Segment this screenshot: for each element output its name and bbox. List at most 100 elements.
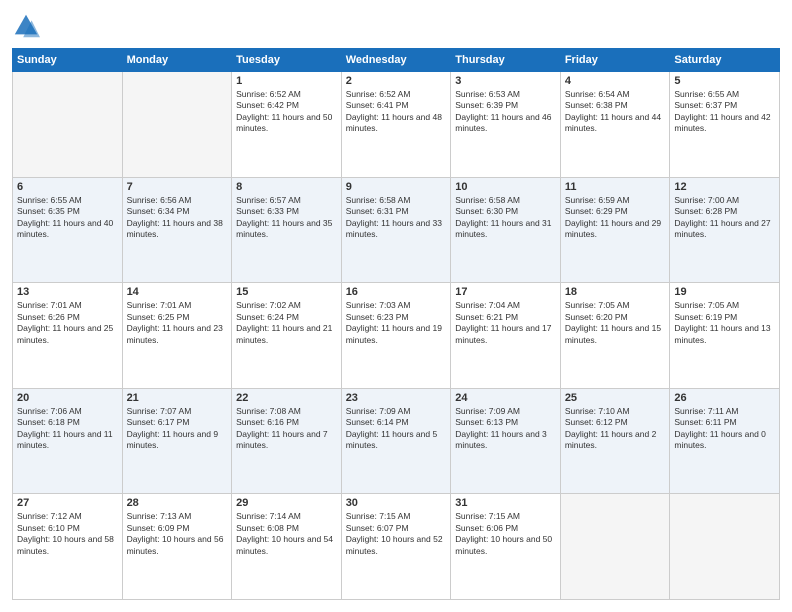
day-info: Sunrise: 7:15 AMSunset: 6:06 PMDaylight:… xyxy=(455,511,556,557)
calendar-cell: 11 Sunrise: 6:59 AMSunset: 6:29 PMDayligh… xyxy=(560,177,670,283)
day-info: Sunrise: 7:00 AMSunset: 6:28 PMDaylight:… xyxy=(674,195,775,241)
day-number: 30 xyxy=(346,497,447,509)
calendar-table: SundayMondayTuesdayWednesdayThursdayFrid… xyxy=(12,48,780,600)
header xyxy=(12,12,780,40)
calendar-cell xyxy=(560,494,670,600)
day-info: Sunrise: 7:04 AMSunset: 6:21 PMDaylight:… xyxy=(455,300,556,346)
day-number: 31 xyxy=(455,497,556,509)
calendar-cell: 7Sunrise: 6:56 AMSunset: 6:34 PMDaylight… xyxy=(122,177,232,283)
weekday-header: Monday xyxy=(122,49,232,72)
calendar-cell: 5Sunrise: 6:55 AMSunset: 6:37 PMDaylight… xyxy=(670,72,780,178)
day-number: 26 xyxy=(674,392,775,404)
day-info: Sunrise: 6:59 AMSunset: 6:29 PMDaylight:… xyxy=(565,195,666,241)
day-number: 24 xyxy=(455,392,556,404)
day-number: 20 xyxy=(17,392,118,404)
day-info: Sunrise: 7:07 AMSunset: 6:17 PMDaylight:… xyxy=(127,406,228,452)
calendar-cell: 25Sunrise: 7:10 AMSunset: 6:12 PMDayligh… xyxy=(560,388,670,494)
day-info: Sunrise: 7:14 AMSunset: 6:08 PMDaylight:… xyxy=(236,511,337,557)
day-info: Sunrise: 6:56 AMSunset: 6:34 PMDaylight:… xyxy=(127,195,228,241)
calendar-cell: 10Sunrise: 6:58 AMSunset: 6:30 PMDayligh… xyxy=(451,177,561,283)
calendar-header-row: SundayMondayTuesdayWednesdayThursdayFrid… xyxy=(13,49,780,72)
calendar-cell: 31 Sunrise: 7:15 AMSunset: 6:06 PMDayligh… xyxy=(451,494,561,600)
day-number: 3 xyxy=(455,75,556,87)
day-number: 11 xyxy=(565,181,666,193)
weekday-header: Thursday xyxy=(451,49,561,72)
day-info: Sunrise: 7:05 AMSunset: 6:20 PMDaylight:… xyxy=(565,300,666,346)
day-info: Sunrise: 7:10 AMSunset: 6:12 PMDaylight:… xyxy=(565,406,666,452)
day-info: Sunrise: 7:11 AMSunset: 6:11 PMDaylight:… xyxy=(674,406,775,452)
day-info: Sunrise: 6:52 AMSunset: 6:41 PMDaylight:… xyxy=(346,89,447,135)
logo xyxy=(12,12,44,40)
calendar-cell: 29Sunrise: 7:14 AMSunset: 6:08 PMDayligh… xyxy=(232,494,342,600)
day-number: 2 xyxy=(346,75,447,87)
calendar-cell: 21 Sunrise: 7:07 AMSunset: 6:17 PMDayligh… xyxy=(122,388,232,494)
calendar-cell: 19 Sunrise: 7:05 AMSunset: 6:19 PMDayligh… xyxy=(670,283,780,389)
calendar-week-row: 20 Sunrise: 7:06 AMSunset: 6:18 PMDayligh… xyxy=(13,388,780,494)
day-info: Sunrise: 7:09 AMSunset: 6:13 PMDaylight:… xyxy=(455,406,556,452)
calendar-cell: 9 Sunrise: 6:58 AMSunset: 6:31 PMDaylight… xyxy=(341,177,451,283)
day-info: Sunrise: 6:58 AMSunset: 6:31 PMDaylight:… xyxy=(346,195,447,241)
day-number: 4 xyxy=(565,75,666,87)
calendar-cell: 22Sunrise: 7:08 AMSunset: 6:16 PMDayligh… xyxy=(232,388,342,494)
day-number: 13 xyxy=(17,286,118,298)
day-number: 16 xyxy=(346,286,447,298)
calendar-cell: 18 Sunrise: 7:05 AMSunset: 6:20 PMDayligh… xyxy=(560,283,670,389)
calendar-cell: 27Sunrise: 7:12 AMSunset: 6:10 PMDayligh… xyxy=(13,494,123,600)
weekday-header: Tuesday xyxy=(232,49,342,72)
day-number: 12 xyxy=(674,181,775,193)
calendar-cell: 23Sunrise: 7:09 AMSunset: 6:14 PMDayligh… xyxy=(341,388,451,494)
calendar-cell: 4 Sunrise: 6:54 AMSunset: 6:38 PMDaylight… xyxy=(560,72,670,178)
calendar-week-row: 27Sunrise: 7:12 AMSunset: 6:10 PMDayligh… xyxy=(13,494,780,600)
calendar-cell: 28 Sunrise: 7:13 AMSunset: 6:09 PMDayligh… xyxy=(122,494,232,600)
calendar-cell: 16 Sunrise: 7:03 AMSunset: 6:23 PMDayligh… xyxy=(341,283,451,389)
calendar-cell: 17 Sunrise: 7:04 AMSunset: 6:21 PMDayligh… xyxy=(451,283,561,389)
calendar-cell: 15 Sunrise: 7:02 AMSunset: 6:24 PMDayligh… xyxy=(232,283,342,389)
day-number: 18 xyxy=(565,286,666,298)
day-info: Sunrise: 7:03 AMSunset: 6:23 PMDaylight:… xyxy=(346,300,447,346)
calendar-cell: 30 Sunrise: 7:15 AMSunset: 6:07 PMDayligh… xyxy=(341,494,451,600)
day-number: 8 xyxy=(236,181,337,193)
day-number: 19 xyxy=(674,286,775,298)
day-number: 17 xyxy=(455,286,556,298)
day-number: 9 xyxy=(346,181,447,193)
day-number: 15 xyxy=(236,286,337,298)
calendar-cell: 2 Sunrise: 6:52 AMSunset: 6:41 PMDaylight… xyxy=(341,72,451,178)
day-info: Sunrise: 6:55 AMSunset: 6:35 PMDaylight:… xyxy=(17,195,118,241)
calendar-cell: 13 Sunrise: 7:01 AMSunset: 6:26 PMDayligh… xyxy=(13,283,123,389)
day-info: Sunrise: 7:06 AMSunset: 6:18 PMDaylight:… xyxy=(17,406,118,452)
day-number: 1 xyxy=(236,75,337,87)
day-number: 10 xyxy=(455,181,556,193)
page: SundayMondayTuesdayWednesdayThursdayFrid… xyxy=(0,0,792,612)
day-info: Sunrise: 6:54 AMSunset: 6:38 PMDaylight:… xyxy=(565,89,666,135)
logo-icon xyxy=(12,12,40,40)
day-info: Sunrise: 7:13 AMSunset: 6:09 PMDaylight:… xyxy=(127,511,228,557)
day-info: Sunrise: 7:09 AMSunset: 6:14 PMDaylight:… xyxy=(346,406,447,452)
day-info: Sunrise: 7:15 AMSunset: 6:07 PMDaylight:… xyxy=(346,511,447,557)
calendar-cell: 1Sunrise: 6:52 AMSunset: 6:42 PMDaylight… xyxy=(232,72,342,178)
weekday-header: Friday xyxy=(560,49,670,72)
day-number: 27 xyxy=(17,497,118,509)
day-number: 28 xyxy=(127,497,228,509)
calendar-cell: 14 Sunrise: 7:01 AMSunset: 6:25 PMDayligh… xyxy=(122,283,232,389)
day-info: Sunrise: 6:53 AMSunset: 6:39 PMDaylight:… xyxy=(455,89,556,135)
day-info: Sunrise: 6:55 AMSunset: 6:37 PMDaylight:… xyxy=(674,89,775,135)
calendar-cell: 12 Sunrise: 7:00 AMSunset: 6:28 PMDayligh… xyxy=(670,177,780,283)
calendar-week-row: 13 Sunrise: 7:01 AMSunset: 6:26 PMDayligh… xyxy=(13,283,780,389)
day-number: 21 xyxy=(127,392,228,404)
day-info: Sunrise: 7:08 AMSunset: 6:16 PMDaylight:… xyxy=(236,406,337,452)
day-info: Sunrise: 7:01 AMSunset: 6:26 PMDaylight:… xyxy=(17,300,118,346)
calendar-cell xyxy=(670,494,780,600)
day-info: Sunrise: 7:05 AMSunset: 6:19 PMDaylight:… xyxy=(674,300,775,346)
calendar-week-row: 1Sunrise: 6:52 AMSunset: 6:42 PMDaylight… xyxy=(13,72,780,178)
calendar-week-row: 6 Sunrise: 6:55 AMSunset: 6:35 PMDaylight… xyxy=(13,177,780,283)
weekday-header: Sunday xyxy=(13,49,123,72)
day-info: Sunrise: 7:01 AMSunset: 6:25 PMDaylight:… xyxy=(127,300,228,346)
calendar-cell: 26 Sunrise: 7:11 AMSunset: 6:11 PMDayligh… xyxy=(670,388,780,494)
day-number: 6 xyxy=(17,181,118,193)
day-number: 14 xyxy=(127,286,228,298)
day-info: Sunrise: 7:02 AMSunset: 6:24 PMDaylight:… xyxy=(236,300,337,346)
weekday-header: Wednesday xyxy=(341,49,451,72)
calendar-cell xyxy=(122,72,232,178)
calendar-cell: 8Sunrise: 6:57 AMSunset: 6:33 PMDaylight… xyxy=(232,177,342,283)
calendar-cell xyxy=(13,72,123,178)
